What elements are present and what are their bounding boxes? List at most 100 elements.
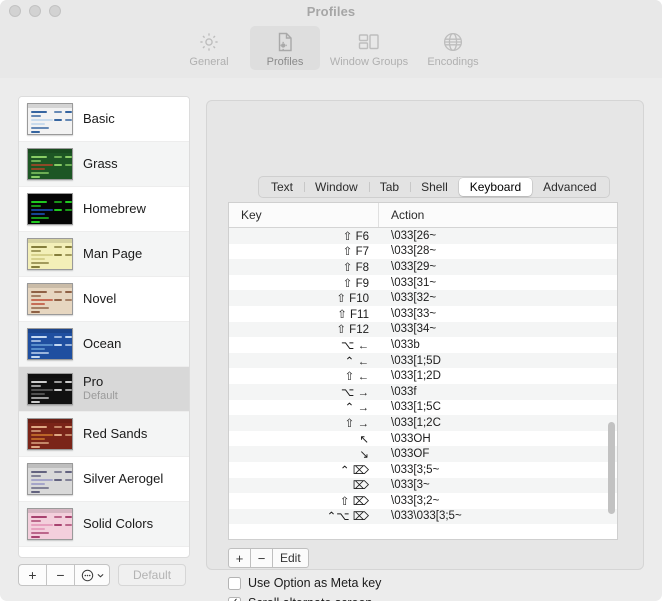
profile-name-group: Homebrew xyxy=(83,201,146,217)
table-cell-action: \033[3;5~ xyxy=(391,463,440,476)
table-row[interactable]: ⇧ F9 \033[31~ xyxy=(229,274,617,291)
profile-list-item[interactable]: Solid Colors xyxy=(19,502,189,547)
set-default-button[interactable]: Default xyxy=(118,564,187,586)
globe-icon xyxy=(441,29,465,55)
use-option-as-meta-key-label: Use Option as Meta key xyxy=(248,576,382,590)
use-option-as-meta-key-checkbox[interactable] xyxy=(228,576,241,590)
scroll-alternate-screen-row[interactable]: ✓ Scroll alternate screen xyxy=(228,596,372,601)
table-cell-action: \033[32~ xyxy=(391,292,437,305)
profile-list-item[interactable]: Red Sands xyxy=(19,412,189,457)
add-key-binding-button[interactable]: + xyxy=(228,548,250,568)
table-row[interactable]: ⇧ F6 \033[26~ xyxy=(229,228,617,244)
use-option-as-meta-key-row[interactable]: Use Option as Meta key xyxy=(228,576,381,590)
profile-name-group: Ocean xyxy=(83,335,122,352)
table-row[interactable]: ⌃ ← \033[1;5D xyxy=(229,352,617,369)
table-row[interactable]: ↖ \033OH xyxy=(229,430,617,447)
toolbar-item-profiles[interactable]: Profiles xyxy=(250,26,320,70)
tab-advanced[interactable]: Advanced xyxy=(532,178,607,196)
preferences-toolbar: General Profiles Window Groups Encodings xyxy=(0,22,662,78)
table-cell-action: \033[1;2C xyxy=(391,416,441,429)
profile-list-item[interactable]: Grass xyxy=(19,142,189,187)
profile-action-menu-button[interactable] xyxy=(74,564,110,586)
table-cell-key: ↖ xyxy=(359,433,369,446)
toolbar-item-window-groups[interactable]: Window Groups xyxy=(326,26,412,70)
table-row[interactable]: ⇧ ← \033[1;2D xyxy=(229,368,617,384)
profile-name: Ocean xyxy=(83,335,122,351)
action-menu-icon xyxy=(81,569,93,581)
table-cell-key: ⌃⌥ ⌦ xyxy=(326,511,369,524)
profile-name: Pro xyxy=(83,373,104,389)
table-row[interactable]: ↘ \033OF xyxy=(229,446,617,462)
table-cell-key: ⇧ F9 xyxy=(342,277,369,290)
tab-shell[interactable]: Shell xyxy=(410,178,459,196)
table-row[interactable]: ⌃⌥ ⌦ \033\033[3;5~ xyxy=(229,508,617,525)
table-row[interactable]: ⌥ → \033f xyxy=(229,383,617,400)
table-row[interactable]: ⇧ F11 \033[33~ xyxy=(229,305,617,322)
table-scrollbar-thumb[interactable] xyxy=(608,421,615,515)
toolbar-label-general: General xyxy=(189,56,229,68)
profile-name: Silver Aerogel xyxy=(83,470,164,486)
profile-name-group: Solid Colors xyxy=(83,515,154,532)
settings-tab-bar[interactable]: Text Window Tab Shell Keyboard Advanced xyxy=(258,176,610,198)
table-cell-action: \033\033[3;5~ xyxy=(391,510,462,523)
remove-profile-button[interactable]: − xyxy=(46,564,74,586)
table-body: ⇧ F6 \033[26~ ⇧ F7 \033[28~ ⇧ F8 \033[29~ ⇧ F9… xyxy=(229,228,617,539)
table-row[interactable]: ⌃ → \033[1;5C xyxy=(229,399,617,416)
table-cell-key: ⇧ F12 xyxy=(336,324,369,337)
table-cell-action: \033OH xyxy=(391,432,431,445)
toolbar-item-general[interactable]: General xyxy=(174,26,244,70)
window-title: Profiles xyxy=(306,3,356,19)
profile-list[interactable]: Basic Grass Homebrew Man Page Novel Ocean Pro D… xyxy=(18,96,190,558)
profile-list-item[interactable]: Homebrew xyxy=(19,187,189,232)
window-groups-icon xyxy=(356,29,382,55)
table-scrollbar[interactable] xyxy=(608,231,615,539)
table-row[interactable]: ⌃ ⌦ \033[3;5~ xyxy=(229,461,617,478)
key-bindings-table[interactable]: Key Action ⇧ F6 \033[26~ ⇧ F7 \033[28~ ⇧ F8 \… xyxy=(228,202,618,540)
profile-name-group: Basic xyxy=(83,111,115,127)
table-row[interactable]: ⇧ F10 \033[32~ xyxy=(229,290,617,306)
table-row[interactable]: ⌦ \033[3~ xyxy=(229,477,617,494)
table-cell-action: \033[31~ xyxy=(391,276,437,289)
profile-thumbnail xyxy=(27,328,73,360)
table-cell-action: \033[34~ xyxy=(391,323,437,336)
profile-list-item[interactable]: Ocean xyxy=(19,322,189,367)
table-row[interactable]: ⇧ F12 \033[34~ xyxy=(229,321,617,338)
edit-key-binding-button[interactable]: Edit xyxy=(272,548,309,568)
table-row[interactable]: ⇧ F7 \033[28~ xyxy=(229,243,617,260)
toolbar-item-encodings[interactable]: Encodings xyxy=(418,26,488,70)
table-row[interactable]: ⇧ ⌦ \033[3;2~ xyxy=(229,493,617,509)
tab-keyboard[interactable]: Keyboard xyxy=(458,178,533,196)
tab-tab[interactable]: Tab xyxy=(368,178,410,196)
profile-thumbnail xyxy=(27,238,73,270)
remove-key-binding-button[interactable]: − xyxy=(250,548,272,568)
profile-list-item[interactable]: Basic xyxy=(19,97,189,142)
column-header-key[interactable]: Key xyxy=(229,203,379,227)
profile-list-item[interactable]: Pro Default xyxy=(19,367,189,412)
table-row[interactable]: ⇧ F8 \033[29~ xyxy=(229,259,617,275)
scroll-alternate-screen-checkbox[interactable]: ✓ xyxy=(228,596,241,601)
title-bar: Profiles xyxy=(0,0,662,22)
tab-window[interactable]: Window xyxy=(304,178,369,196)
profile-list-item[interactable]: Man Page xyxy=(19,232,189,277)
profile-list-items: Basic Grass Homebrew Man Page Novel Ocean Pro D… xyxy=(19,97,189,547)
profile-name: Man Page xyxy=(83,245,143,261)
table-header: Key Action xyxy=(229,203,617,228)
profile-thumbnail xyxy=(27,418,73,450)
table-cell-action: \033f xyxy=(391,385,417,398)
profile-name-group: Grass xyxy=(83,156,118,172)
tab-text[interactable]: Text xyxy=(260,178,304,196)
add-profile-button[interactable]: + xyxy=(18,564,46,586)
profile-list-item[interactable]: Novel xyxy=(19,277,189,322)
column-header-action[interactable]: Action xyxy=(379,203,617,227)
table-cell-key: ⇧ F7 xyxy=(342,246,369,259)
window-body: Basic Grass Homebrew Man Page Novel Ocean Pro D… xyxy=(0,78,662,601)
table-cell-key: ⌃ → xyxy=(344,402,369,415)
table-cell-action: \033[3~ xyxy=(391,479,430,492)
table-cell-action: \033[28~ xyxy=(391,245,437,258)
profile-thumbnail xyxy=(27,193,73,225)
toolbar-label-profiles: Profiles xyxy=(266,56,304,68)
table-row[interactable]: ⌥ ← \033b xyxy=(229,337,617,353)
profile-name: Solid Colors xyxy=(83,515,154,531)
table-row[interactable]: ⇧ → \033[1;2C xyxy=(229,415,617,431)
profile-list-item[interactable]: Silver Aerogel xyxy=(19,457,189,502)
